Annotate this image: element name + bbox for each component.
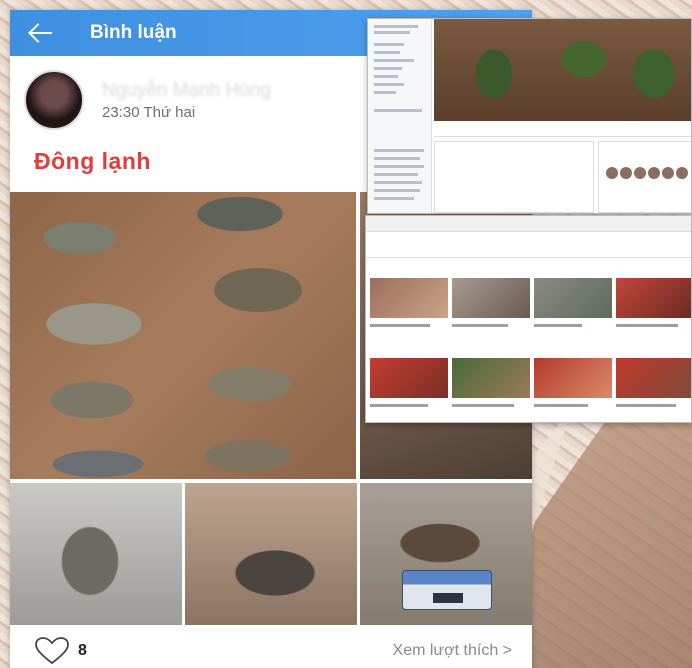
fb-avatar-dot (648, 167, 660, 179)
yt-video-thumbnail (452, 278, 530, 318)
yt-video-thumbnail (616, 358, 691, 398)
yt-video-caption (452, 324, 508, 327)
author-meta: Nguyễn Mạnh Hùng 23:30 Thứ hai (102, 80, 271, 121)
like-count: 8 (78, 642, 87, 659)
reaction-bar: 8 Xem lượt thích > (10, 634, 532, 668)
post-author-row: Nguyễn Mạnh Hùng 23:30 Thứ hai (24, 70, 271, 130)
yt-video-thumbnail (534, 358, 612, 398)
heart-outline-icon[interactable] (34, 636, 70, 666)
arrow-left-icon[interactable] (28, 23, 54, 43)
fb-avatar-dot (662, 167, 674, 179)
yt-video-thumbnail (370, 358, 448, 398)
facebook-page-screenshot (367, 18, 692, 214)
post-photo-bottom-1[interactable] (10, 483, 182, 625)
digital-scale (402, 570, 492, 610)
post-photo-large[interactable] (10, 192, 356, 479)
post-photo-bottom-2[interactable] (185, 483, 357, 625)
avatar[interactable] (24, 70, 84, 130)
author-name[interactable]: Nguyễn Mạnh Hùng (102, 80, 271, 102)
yt-video-caption (616, 404, 676, 407)
fb-avatar-dot (606, 167, 618, 179)
screen-title: Bình luận (90, 22, 177, 43)
fb-sidebar (368, 19, 432, 213)
yt-top-bar (366, 216, 691, 232)
yt-nav-tabs (366, 232, 691, 258)
yt-video-thumbnail (370, 278, 448, 318)
yt-video-caption (452, 404, 514, 407)
yt-video-caption (616, 324, 678, 327)
fb-post (434, 141, 594, 213)
fb-cover-photo (434, 19, 691, 121)
fb-avatar-dot (676, 167, 688, 179)
yt-video-caption (534, 404, 588, 407)
yt-video-thumbnail (616, 278, 691, 318)
youtube-channel-screenshot (365, 215, 692, 423)
view-likes-link[interactable]: Xem lượt thích > (393, 642, 512, 660)
yt-video-thumbnail (534, 278, 612, 318)
fb-avatar-dot (634, 167, 646, 179)
fb-avatar-dot (620, 167, 632, 179)
post-timestamp: 23:30 Thứ hai (102, 103, 196, 121)
yt-video-caption (534, 324, 582, 327)
yt-video-caption (370, 404, 428, 407)
post-text: Đông lạnh (34, 148, 151, 174)
yt-video-caption (370, 324, 430, 327)
fb-tabs (434, 123, 691, 137)
yt-video-thumbnail (452, 358, 530, 398)
